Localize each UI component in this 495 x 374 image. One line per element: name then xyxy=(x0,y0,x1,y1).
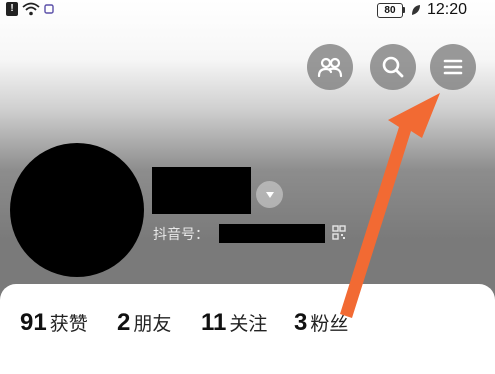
hd-indicator-icon xyxy=(44,3,54,15)
alert-icon: ! xyxy=(6,2,18,16)
fans-count: 3 xyxy=(294,309,308,336)
likes-label: 获赞 xyxy=(49,313,88,335)
battery-indicator: 80 xyxy=(376,2,405,18)
chevron-down-icon xyxy=(265,191,274,198)
search-button[interactable] xyxy=(370,44,416,90)
friends-stat[interactable]: 2 朋友 xyxy=(117,309,171,337)
fans-label: 粉丝 xyxy=(310,313,349,335)
menu-icon xyxy=(443,59,463,75)
likes-count: 91 xyxy=(20,309,47,336)
douyin-id-label: 抖音号： xyxy=(153,227,209,243)
avatar[interactable] xyxy=(10,143,144,277)
fans-stat[interactable]: 3 粉丝 xyxy=(294,309,348,337)
friends-button[interactable] xyxy=(307,44,353,90)
friends-icon xyxy=(317,57,343,78)
leaf-icon xyxy=(411,4,421,16)
wifi-icon xyxy=(22,2,40,16)
friends-label: 朋友 xyxy=(133,313,172,335)
friends-count: 2 xyxy=(117,309,131,336)
battery-level: 80 xyxy=(376,2,403,18)
account-switch-button[interactable] xyxy=(256,181,283,208)
following-stat[interactable]: 11 关注 xyxy=(201,309,267,337)
status-time: 12:20 xyxy=(426,1,467,18)
search-icon xyxy=(382,56,404,78)
douyin-id-redacted xyxy=(219,224,325,243)
username-redacted xyxy=(152,167,251,214)
following-label: 关注 xyxy=(229,313,268,335)
following-count: 11 xyxy=(201,309,227,336)
likes-stat[interactable]: 91 获赞 xyxy=(20,309,88,337)
menu-button[interactable] xyxy=(430,44,476,90)
status-bar: ! 80 12:20 xyxy=(0,0,495,22)
qr-code-icon[interactable] xyxy=(332,225,346,245)
